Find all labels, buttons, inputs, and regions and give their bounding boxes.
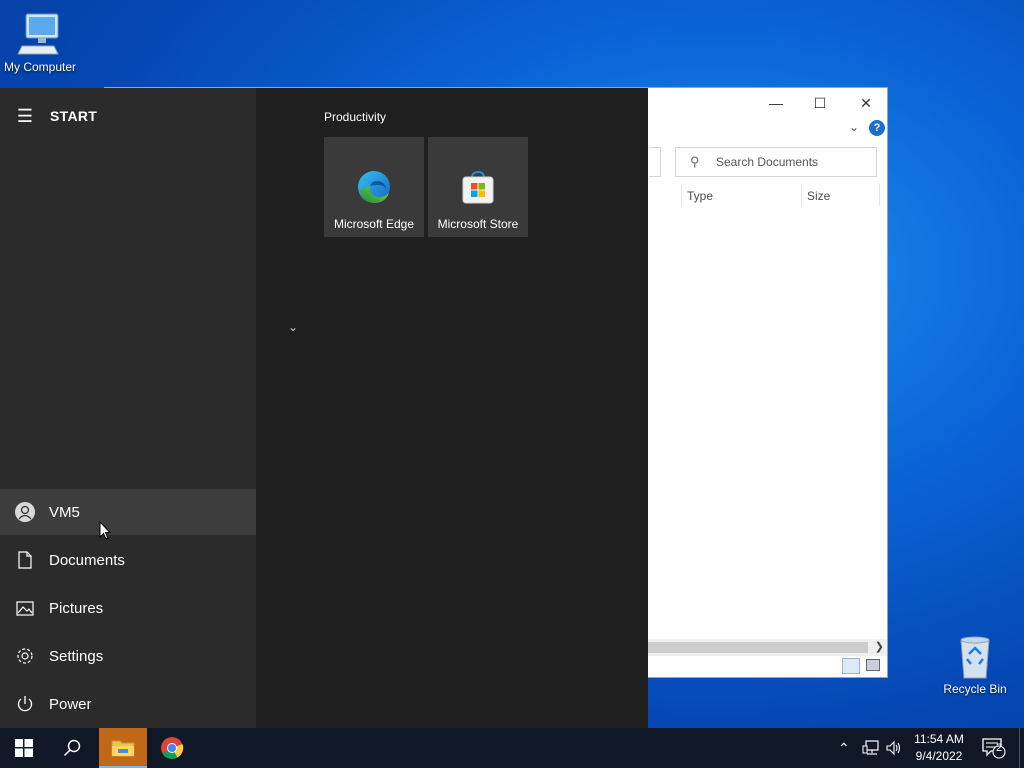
start-title: START — [50, 108, 98, 124]
tile-group-label[interactable]: Productivity — [324, 110, 386, 124]
chevron-up-icon: ⌃ — [838, 739, 850, 756]
nav-label-user: VM5 — [49, 503, 80, 521]
taskbar-chrome[interactable] — [148, 728, 196, 768]
nav-item-documents[interactable]: Documents — [0, 537, 256, 583]
large-icons-view-button[interactable] — [866, 659, 880, 671]
taskbar-file-explorer[interactable] — [99, 728, 147, 768]
column-header-type[interactable]: Type — [687, 189, 713, 203]
recycle-bin-desktop-icon[interactable]: Recycle Bin — [940, 632, 1010, 696]
tile-label-store: Microsoft Store — [437, 217, 519, 231]
minimize-button[interactable]: — — [753, 92, 799, 114]
speaker-icon — [886, 740, 901, 756]
mouse-cursor-icon — [99, 521, 111, 540]
clock-time: 11:54 AM — [914, 732, 964, 746]
hamburger-menu-icon[interactable]: ☰ — [0, 106, 50, 127]
power-icon — [17, 696, 32, 712]
nav-label-documents: Documents — [49, 551, 125, 569]
maximize-button[interactable]: ☐ — [797, 92, 843, 114]
taskbar: ⌃ 11:54 AM 9/4/2022 2 — [0, 728, 1024, 768]
start-header: ☰ START — [0, 102, 256, 130]
search-input[interactable]: ⚲ Search Documents — [675, 147, 877, 177]
store-icon — [462, 170, 494, 204]
ribbon-expand-chevron-icon[interactable]: ⌄ — [849, 120, 859, 134]
document-icon — [17, 551, 32, 569]
search-icon — [63, 739, 81, 757]
nav-label-pictures: Pictures — [49, 599, 104, 617]
computer-icon — [17, 13, 59, 55]
network-tray-icon[interactable] — [862, 728, 880, 768]
scroll-right-arrow-icon[interactable]: ❯ — [875, 640, 884, 653]
network-icon — [862, 740, 879, 755]
tile-label-edge: Microsoft Edge — [333, 217, 415, 231]
recycle-bin-icon — [960, 636, 990, 679]
help-icon[interactable]: ? — [869, 120, 885, 136]
edge-icon — [358, 171, 390, 203]
user-icon — [14, 502, 35, 522]
start-menu-sidebar: ☰ START VM5 Documents Pictures Settings … — [0, 88, 256, 728]
search-icon: ⚲ — [690, 154, 700, 169]
notification-count-badge: 2 — [995, 742, 1003, 754]
taskbar-clock[interactable]: 11:54 AM 9/4/2022 — [904, 731, 974, 765]
nav-item-user-vm5[interactable]: VM5 — [0, 489, 256, 535]
windows-logo-icon — [15, 739, 33, 757]
tile-microsoft-edge[interactable]: Microsoft Edge — [324, 137, 424, 237]
show-desktop-button[interactable] — [1019, 728, 1024, 768]
my-computer-label: My Computer — [3, 60, 77, 74]
search-placeholder: Search Documents — [716, 155, 819, 169]
my-computer-desktop-icon[interactable]: My Computer — [0, 10, 80, 74]
folder-icon — [111, 740, 135, 757]
clock-date: 9/4/2022 — [915, 749, 963, 763]
chrome-icon — [161, 737, 184, 759]
volume-tray-icon[interactable] — [886, 728, 902, 768]
gear-icon — [16, 648, 33, 664]
recycle-bin-label: Recycle Bin — [943, 682, 1007, 696]
nav-item-pictures[interactable]: Pictures — [0, 585, 256, 631]
show-hidden-icons-button[interactable]: ⌃ — [838, 728, 850, 768]
action-center-button[interactable]: 2 — [982, 728, 1006, 768]
nav-item-power[interactable]: Power — [0, 681, 256, 727]
start-menu: ☰ START VM5 Documents Pictures Settings … — [0, 88, 648, 728]
start-button[interactable] — [0, 728, 48, 768]
nav-label-power: Power — [49, 695, 92, 713]
column-header-size[interactable]: Size — [807, 189, 830, 203]
pictures-icon — [15, 600, 34, 616]
nav-label-settings: Settings — [49, 647, 104, 665]
nav-item-settings[interactable]: Settings — [0, 633, 256, 679]
taskbar-search-button[interactable] — [48, 728, 96, 768]
details-view-button[interactable] — [842, 658, 860, 674]
refresh-button[interactable] — [649, 147, 661, 177]
close-button[interactable]: ✕ — [843, 92, 889, 114]
chevron-down-icon[interactable]: ⌄ — [288, 320, 298, 334]
tile-microsoft-store[interactable]: Microsoft Store — [428, 137, 528, 237]
